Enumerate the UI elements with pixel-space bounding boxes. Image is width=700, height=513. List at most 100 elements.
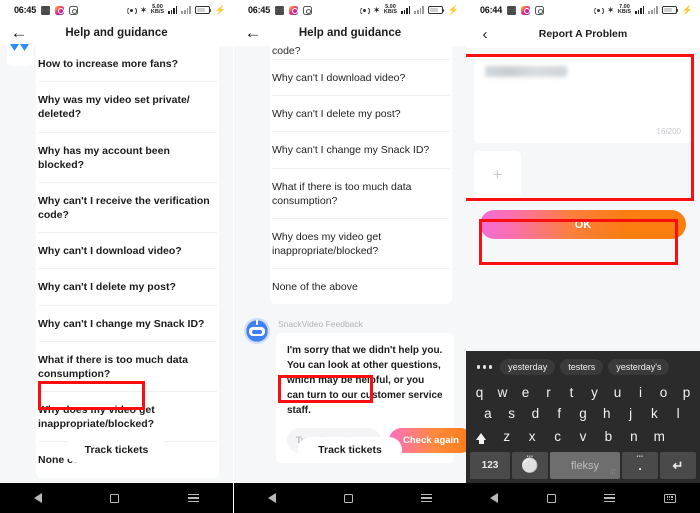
battery-icon — [661, 6, 679, 14]
keyboard-row-4: 123 ••• ⚪ fleksy ⎅ ••• . ↵ — [468, 448, 698, 479]
status-bar-right: ✶ 7.00 KB/S ⚡ — [594, 4, 693, 15]
enter-key[interactable]: ↵ — [660, 452, 696, 479]
on-screen-keyboard: yesterday testers yesterday's q w e r t … — [466, 351, 700, 483]
list-item[interactable]: Why does my video get inappropriate/bloc… — [272, 219, 450, 270]
track-tickets-button[interactable]: Track tickets — [298, 437, 402, 463]
nav-back-icon[interactable] — [490, 493, 499, 503]
list-item[interactable]: What if there is too much data consumpti… — [38, 342, 217, 393]
key-v[interactable]: v — [570, 429, 595, 444]
key-i[interactable]: i — [629, 385, 652, 400]
spacebar-label: fleksy — [570, 459, 600, 472]
back-button[interactable]: ‹ — [466, 26, 504, 43]
key-k[interactable]: k — [642, 406, 666, 421]
status-bar-left: 06:45 — [248, 5, 313, 15]
list-item[interactable]: Why can't I delete my post? — [272, 96, 450, 133]
key-u[interactable]: u — [606, 385, 629, 400]
nav-keyboard-icon[interactable] — [663, 493, 676, 503]
key-q[interactable]: q — [468, 385, 491, 400]
list-item[interactable]: Why can't I delete my post? — [38, 269, 217, 306]
add-attachment-button[interactable]: + — [474, 151, 521, 198]
spacebar-key[interactable]: fleksy ⎅ — [550, 452, 620, 479]
data-rate-indicator: 5.00 KB/S — [150, 4, 165, 15]
list-item[interactable]: Why can't I download video? — [272, 60, 450, 97]
key-s[interactable]: s — [500, 406, 524, 421]
nav-recents-icon[interactable] — [604, 492, 616, 504]
key-n[interactable]: n — [621, 429, 646, 444]
key-m[interactable]: m — [647, 429, 672, 444]
list-item-none-of-the-above[interactable]: None of the above — [272, 269, 450, 304]
fleksy-logo-icon[interactable]: ••• ⚪ — [512, 452, 548, 479]
list-item[interactable]: Why can't I change my Snack ID? — [38, 306, 217, 342]
app-bar: ← Help and guidance — [234, 20, 466, 46]
collapse-chevron-icon[interactable] — [7, 40, 33, 66]
nav-home-icon[interactable] — [546, 493, 556, 503]
messenger-icon — [507, 5, 517, 15]
status-bar: 06:44 ✶ 7.00 KB/S ⚡ — [466, 0, 700, 20]
key-p[interactable]: p — [675, 385, 698, 400]
list-item[interactable]: Why does my video get inappropriate/bloc… — [38, 392, 217, 443]
key-y[interactable]: y — [583, 385, 606, 400]
key-l[interactable]: l — [666, 406, 690, 421]
nav-home-icon[interactable] — [110, 493, 120, 503]
key-w[interactable]: w — [491, 385, 514, 400]
status-time: 06:45 — [248, 5, 271, 15]
status-bar-left: 06:45 — [14, 5, 79, 15]
key-o[interactable]: o — [652, 385, 675, 400]
keyboard-row-3: z x c v b n m — [468, 424, 698, 448]
nav-back-icon[interactable] — [268, 493, 276, 503]
panel-help-and-guidance-scrolled: 06:45 ✶ 5.00 KB/S ⚡ ← Help and guidance c… — [233, 0, 466, 513]
nav-home-icon[interactable] — [344, 493, 353, 503]
bluetooth-icon: ✶ — [139, 5, 148, 15]
key-a[interactable]: a — [476, 406, 500, 421]
problem-description-input[interactable]: 16/200 — [474, 55, 692, 143]
list-item[interactable]: How to increase more fans? — [38, 46, 217, 83]
system-nav-bar — [466, 483, 700, 513]
key-f[interactable]: f — [547, 406, 571, 421]
gps-icon — [594, 6, 603, 15]
key-b[interactable]: b — [596, 429, 621, 444]
keyboard-row-2: a s d f g h j k l — [468, 403, 698, 424]
suggestion-chip[interactable]: testers — [560, 359, 604, 375]
faq-list: code? Why can't I download video? Why ca… — [234, 46, 466, 305]
key-h[interactable]: h — [595, 406, 619, 421]
key-c[interactable]: c — [545, 429, 570, 444]
key-d[interactable]: d — [524, 406, 548, 421]
panel-help-and-guidance-top: 06:45 ✶ 5.00 KB/S ⚡ ← Help and guidance H… — [0, 0, 233, 513]
ok-button[interactable]: OK — [480, 210, 686, 239]
back-button[interactable]: ← — [234, 23, 272, 43]
chat-message-text: I'm sorry that we didn't help you. You c… — [287, 345, 443, 417]
camera-icon — [535, 5, 545, 15]
key-e[interactable]: e — [514, 385, 537, 400]
list-item[interactable]: What if there is too much data consumpti… — [272, 169, 450, 219]
nav-back-icon[interactable] — [34, 493, 43, 503]
status-time: 06:44 — [480, 5, 503, 15]
instagram-icon — [55, 5, 65, 15]
key-x[interactable]: x — [519, 429, 544, 444]
data-rate-indicator: 5.00 KB/S — [383, 4, 398, 15]
nav-recents-icon[interactable] — [187, 492, 199, 504]
key-r[interactable]: r — [537, 385, 560, 400]
shift-icon[interactable] — [468, 427, 494, 445]
suggestion-chip[interactable]: yesterday's — [608, 359, 670, 375]
key-z[interactable]: z — [494, 429, 519, 444]
key-t[interactable]: t — [560, 385, 583, 400]
status-bar-left: 06:44 — [480, 5, 545, 15]
key-j[interactable]: j — [619, 406, 643, 421]
nav-recents-icon[interactable] — [421, 492, 432, 504]
list-item[interactable]: Why was my video set private/ deleted? — [38, 82, 217, 133]
list-item-clipped[interactable]: code? — [272, 46, 450, 60]
numeric-key[interactable]: 123 — [470, 452, 510, 479]
list-item[interactable]: Why can't I receive the verification cod… — [38, 183, 217, 234]
list-item[interactable]: Why can't I download video? — [38, 233, 217, 270]
keyboard-row-1: q w e r t y u i o p — [468, 382, 698, 403]
system-nav-bar — [234, 483, 466, 513]
key-g[interactable]: g — [571, 406, 595, 421]
list-item[interactable]: Why can't I change my Snack ID? — [272, 132, 450, 169]
track-tickets-button[interactable]: Track tickets — [64, 437, 169, 463]
app-bar: ‹ Report A Problem — [466, 20, 700, 48]
more-options-icon[interactable] — [474, 365, 495, 369]
period-key[interactable]: ••• . — [622, 452, 658, 479]
list-item[interactable]: Why has my account been blocked? — [38, 133, 217, 183]
suggestion-chip[interactable]: yesterday — [500, 359, 556, 375]
signal-bars-icon — [401, 6, 411, 14]
